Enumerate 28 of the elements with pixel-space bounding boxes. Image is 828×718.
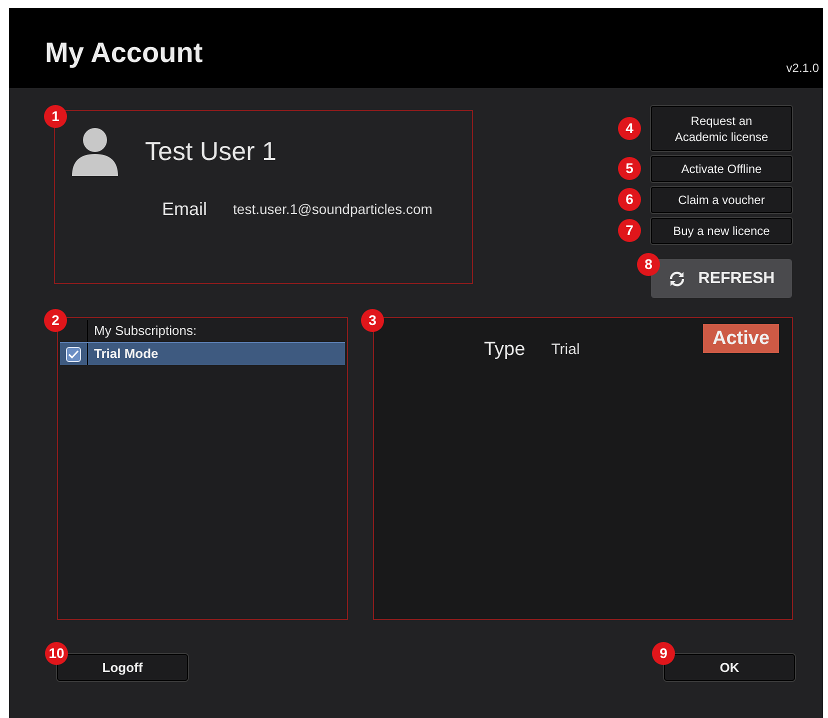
email-label: Email <box>162 198 208 221</box>
callout-badge: 7 <box>618 219 641 242</box>
version-label: v2.1.0 <box>786 60 819 77</box>
type-value: Trial <box>551 340 580 360</box>
action-button[interactable]: Request an Academic license <box>651 106 792 151</box>
user-avatar-icon <box>70 126 120 176</box>
callout-badge: 2 <box>44 309 67 332</box>
callout-badge: 10 <box>45 642 68 665</box>
checkbox[interactable] <box>66 346 81 362</box>
callout-badge: 9 <box>652 642 675 665</box>
refresh-button[interactable]: REFRESH <box>651 259 792 298</box>
type-label: Type <box>484 338 526 362</box>
status-badge: Active <box>703 324 779 353</box>
callout-badge: 3 <box>361 309 384 332</box>
action-button[interactable]: Activate Offline <box>651 156 792 182</box>
action-button[interactable]: Claim a voucher <box>651 187 792 213</box>
list-header: My Subscriptions: <box>93 322 197 340</box>
email-value: test.user.1@soundparticles.com <box>233 200 432 219</box>
action-button[interactable]: Buy a new licence <box>651 218 792 244</box>
user-name: Test User 1 <box>145 134 276 168</box>
callout-badge: 8 <box>637 253 660 276</box>
callout-badge: 1 <box>44 105 67 128</box>
subscription-row[interactable]: Trial Mode <box>60 342 345 365</box>
callout-badge: 5 <box>618 157 641 180</box>
callout-badge: 6 <box>618 188 641 211</box>
refresh-icon <box>668 270 686 288</box>
callout-badge: 4 <box>618 117 641 140</box>
window-title: My Account <box>45 36 203 70</box>
